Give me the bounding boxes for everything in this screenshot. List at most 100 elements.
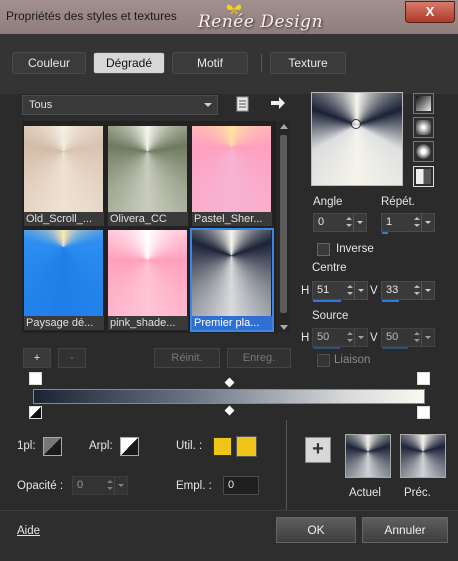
- previous-label: Préc.: [404, 487, 431, 499]
- gradient-item[interactable]: Paysage dé...: [24, 230, 104, 330]
- source-h-label: H: [301, 332, 310, 344]
- opacity-spinner[interactable]: 0: [72, 476, 128, 495]
- chevron-down-icon[interactable]: [421, 214, 434, 231]
- radial-gradient-icon: [416, 169, 431, 184]
- chevron-down-icon[interactable]: [354, 329, 367, 346]
- angle-value: 0: [318, 216, 325, 228]
- location-value: 0: [228, 479, 235, 491]
- decrement-icon: [414, 339, 420, 342]
- link-checkbox[interactable]: [317, 354, 330, 367]
- scroll-up-icon[interactable]: [280, 124, 288, 129]
- opacity-stop-right[interactable]: [417, 372, 430, 385]
- center-h-spinner[interactable]: 51: [312, 281, 368, 302]
- add-gradient-button[interactable]: +: [23, 348, 51, 368]
- gradient-name: pink_shade...: [108, 316, 188, 330]
- center-label: Centre: [312, 262, 347, 274]
- vertical-divider: [286, 420, 287, 510]
- increment-icon: [347, 285, 353, 288]
- add-swatch-button[interactable]: +: [305, 437, 331, 463]
- tab-couleur[interactable]: Couleur: [12, 52, 86, 74]
- increment-icon: [414, 217, 420, 220]
- scrollbar-thumb[interactable]: [280, 135, 287, 313]
- color-stop-left[interactable]: [29, 406, 42, 419]
- ok-button[interactable]: OK: [276, 517, 356, 543]
- previous-swatch[interactable]: [400, 434, 446, 478]
- source-v-spinner[interactable]: 50: [381, 328, 435, 349]
- center-h-value: 51: [317, 284, 330, 296]
- cancel-button[interactable]: Annuler: [362, 517, 448, 543]
- rectangular-type-button[interactable]: [413, 117, 434, 138]
- linear-type-button[interactable]: [413, 93, 434, 114]
- gradient-name: Paysage dé...: [24, 316, 104, 330]
- location-input[interactable]: 0: [223, 476, 259, 495]
- gradient-item-selected[interactable]: Premier pla...: [190, 228, 274, 332]
- gradient-item[interactable]: pink_shade...: [108, 230, 188, 330]
- user-color-swatch[interactable]: [213, 437, 232, 456]
- gradient-name: Old_Scroll_...: [24, 212, 104, 226]
- gradient-preview[interactable]: [311, 92, 403, 186]
- background-swatch[interactable]: [120, 437, 139, 456]
- chevron-down-icon[interactable]: [114, 477, 127, 494]
- foreground-swatch[interactable]: [43, 437, 62, 456]
- close-button[interactable]: X: [405, 1, 455, 23]
- save-button[interactable]: Enreg.: [227, 348, 291, 368]
- tab-motif[interactable]: Motif: [172, 52, 248, 74]
- gradient-thumb: [192, 126, 271, 212]
- chevron-down-icon[interactable]: [354, 282, 367, 299]
- angle-spinner[interactable]: 0: [313, 213, 367, 232]
- category-select[interactable]: Tous: [22, 95, 218, 115]
- opacity-stop-left[interactable]: [29, 372, 42, 385]
- repeat-spinner[interactable]: 1: [381, 213, 435, 234]
- location-label: Empl. :: [176, 480, 212, 492]
- center-v-spinner[interactable]: 33: [381, 281, 435, 302]
- decrement-icon: [107, 487, 113, 490]
- chevron-down-icon: [204, 103, 212, 107]
- chevron-down-icon[interactable]: [421, 329, 434, 346]
- gradient-item[interactable]: Olivera_CC: [108, 126, 188, 226]
- opacity-midpoint[interactable]: [224, 377, 235, 388]
- document-icon[interactable]: [236, 96, 250, 112]
- angle-label: Angle: [313, 196, 343, 208]
- radial-type-button[interactable]: [413, 166, 434, 187]
- gradient-item[interactable]: Pastel_Sher...: [192, 126, 272, 226]
- tab-texture[interactable]: Texture: [270, 52, 346, 74]
- help-link[interactable]: Aide: [17, 525, 40, 537]
- gradient-thumb: [108, 126, 187, 212]
- scroll-down-icon[interactable]: [280, 325, 288, 330]
- category-select-value: Tous: [29, 99, 53, 111]
- center-v-label: V: [370, 285, 378, 297]
- decrement-icon: [347, 292, 353, 295]
- remove-gradient-button[interactable]: -: [58, 348, 86, 368]
- arrow-right-icon[interactable]: [270, 96, 286, 110]
- increment-icon: [346, 217, 352, 220]
- gradient-thumb: [24, 230, 103, 316]
- gradient-thumb: [108, 230, 187, 316]
- color-midpoint[interactable]: [224, 405, 235, 416]
- linear-gradient-icon: [416, 96, 431, 111]
- sunburst-gradient-icon: [416, 144, 431, 159]
- reset-button[interactable]: Réinit.: [154, 348, 220, 368]
- increment-icon: [414, 285, 420, 288]
- sunburst-type-button[interactable]: [413, 141, 434, 162]
- center-point-handle[interactable]: [351, 119, 361, 129]
- link-label: Liaison: [334, 354, 371, 366]
- gradient-item[interactable]: Old_Scroll_...: [24, 126, 104, 226]
- current-label: Actuel: [349, 487, 381, 499]
- stop-color-swatch[interactable]: [236, 436, 257, 457]
- tab-degrade[interactable]: Dégradé: [93, 52, 165, 74]
- user-label: Util. :: [176, 440, 203, 452]
- center-h-label: H: [301, 285, 310, 297]
- repeat-value: 1: [386, 216, 393, 228]
- invert-label: Inverse: [336, 243, 374, 255]
- source-h-spinner[interactable]: 50: [312, 328, 368, 349]
- opacity-label: Opacité :: [17, 480, 64, 492]
- gradient-editor-bar[interactable]: [33, 389, 425, 404]
- chevron-down-icon[interactable]: [353, 214, 366, 231]
- decrement-icon: [346, 224, 352, 227]
- color-stop-right[interactable]: [417, 406, 430, 419]
- invert-checkbox[interactable]: [317, 243, 330, 256]
- chevron-down-icon[interactable]: [421, 282, 434, 299]
- background-label: Arpl:: [89, 440, 113, 452]
- repeat-level-bar: [382, 232, 388, 234]
- current-swatch[interactable]: [345, 434, 391, 478]
